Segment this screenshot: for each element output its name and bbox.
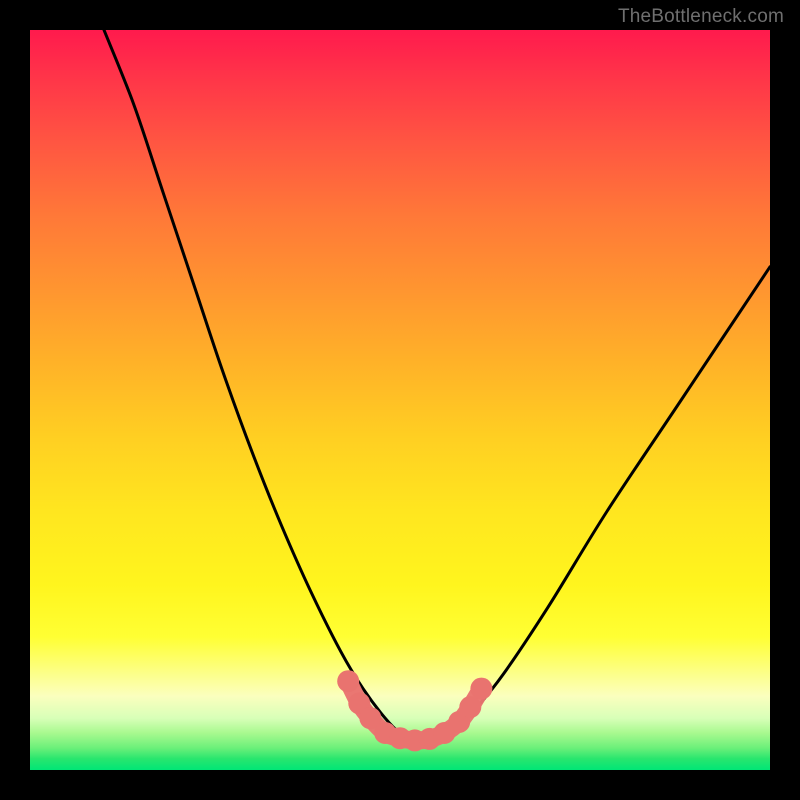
bottleneck-curve [104,30,770,740]
fit-marker [459,696,481,718]
fit-marker [470,678,492,700]
bottleneck-curve-svg [30,30,770,770]
plot-area [30,30,770,770]
chart-frame: TheBottleneck.com [0,0,800,800]
fit-marker [337,670,359,692]
watermark-text: TheBottleneck.com [618,6,784,28]
